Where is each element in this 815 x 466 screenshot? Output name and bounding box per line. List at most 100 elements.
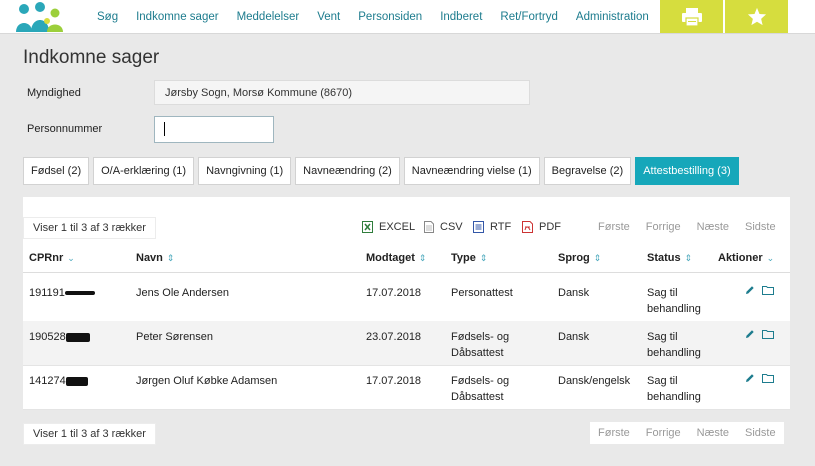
column-header-status-label: Status — [647, 252, 681, 264]
export-rtf-label: RTF — [490, 221, 512, 233]
nav-item-indkomne-sager[interactable]: Indkomne sager — [136, 11, 218, 23]
csv-icon — [424, 221, 434, 233]
type-line-1: Personattest — [451, 287, 513, 299]
status-line-2: behandling — [647, 303, 701, 315]
printer-icon — [681, 7, 702, 27]
type-line-2: Dåbsattest — [451, 391, 504, 403]
nav-item-sog[interactable]: Søg — [97, 11, 118, 23]
sprog-cell: Dansk — [558, 287, 590, 299]
status-line-1: Sag til — [647, 287, 678, 299]
column-header-aktioner[interactable]: Aktioner ⌄ — [718, 252, 774, 264]
export-rtf-button[interactable]: RTF — [473, 221, 511, 233]
edit-button[interactable] — [745, 329, 755, 342]
nav-item-meddelelser[interactable]: Meddelelser — [237, 11, 300, 23]
pencil-icon — [746, 330, 754, 338]
redaction-mark — [65, 332, 90, 342]
export-excel-button[interactable]: EXCEL — [362, 221, 415, 233]
folder-icon — [762, 286, 774, 295]
status-line-1: Sag til — [647, 331, 678, 343]
nav-item-vent[interactable]: Vent — [317, 11, 340, 23]
open-folder-button[interactable] — [762, 329, 774, 342]
open-folder-button[interactable] — [762, 285, 774, 298]
status-line-1: Sag til — [647, 375, 678, 387]
tab-navneaendring-vielse[interactable]: Navneændring vielse (1) — [403, 157, 540, 185]
main-nav: Søg Indkomne sager Meddelelser Vent Pers… — [88, 0, 658, 33]
favorite-button[interactable] — [725, 0, 788, 33]
chevron-down-icon: ⌄ — [67, 253, 75, 263]
nav-item-administration[interactable]: Administration — [576, 11, 649, 23]
pager-next-button[interactable]: Næste — [689, 427, 737, 439]
export-csv-label: CSV — [440, 221, 463, 233]
pagination-bottom: Første Forrige Næste Sidste — [590, 422, 784, 444]
cpr-cell: 141274 — [29, 373, 88, 389]
edit-button[interactable] — [745, 373, 755, 386]
tab-oa-erklaering[interactable]: O/A-erklæring (1) — [93, 157, 195, 185]
status-cell: Sag til behandling — [647, 329, 701, 361]
pager-last-button[interactable]: Sidste — [737, 427, 784, 439]
type-line-1: Fødsels- og — [451, 375, 510, 387]
myndighed-field: Jørsby Sogn, Morsø Kommune (8670) — [154, 80, 530, 105]
personnummer-label: Personnummer — [27, 123, 103, 135]
modtaget-cell: 17.07.2018 — [366, 375, 422, 387]
sort-icon: ⇕ — [418, 253, 427, 263]
pager-prev-button[interactable]: Forrige — [638, 427, 689, 439]
tab-navneaendring[interactable]: Navneændring (2) — [295, 157, 400, 185]
type-cell: Fødsels- og Dåbsattest — [451, 329, 509, 361]
type-cell: Fødsels- og Dåbsattest — [451, 373, 509, 405]
sort-icon: ⇕ — [166, 253, 175, 263]
row-count-top: Viser 1 til 3 af 3 rækker — [23, 217, 156, 239]
type-cell: Personattest — [451, 285, 513, 301]
tab-begravelse[interactable]: Begravelse (2) — [543, 157, 632, 185]
tab-navngivning[interactable]: Navngivning (1) — [198, 157, 292, 185]
cpr-value: 141274 — [29, 375, 66, 387]
pdf-icon — [522, 221, 533, 233]
export-excel-label: EXCEL — [379, 221, 416, 233]
pencil-icon — [746, 374, 754, 382]
column-header-type[interactable]: Type ⇕ — [451, 252, 487, 264]
personnummer-input[interactable] — [154, 116, 274, 143]
cpr-value: 191191 — [29, 287, 65, 299]
column-header-sprog[interactable]: Sprog ⇕ — [558, 252, 601, 264]
column-header-modtaget[interactable]: Modtaget ⇕ — [366, 252, 426, 264]
case-type-tabs: Fødsel (2) O/A-erklæring (1) Navngivning… — [23, 157, 743, 185]
table-row: 141274 Jørgen Oluf Købke Adamsen 17.07.2… — [23, 365, 790, 410]
column-header-navn[interactable]: Navn ⇕ — [136, 252, 174, 264]
export-pdf-button[interactable]: PDF — [522, 221, 561, 233]
folder-icon — [762, 374, 774, 383]
status-cell: Sag til behandling — [647, 285, 701, 317]
top-navbar: Søg Indkomne sager Meddelelser Vent Pers… — [0, 0, 815, 34]
tab-fodsel[interactable]: Fødsel (2) — [23, 157, 90, 185]
pager-prev-button[interactable]: Forrige — [638, 221, 689, 233]
pager-next-button[interactable]: Næste — [689, 221, 737, 233]
type-line-2: Dåbsattest — [451, 347, 504, 359]
page-title: Indkomne sager — [23, 47, 160, 68]
pager-first-button[interactable]: Første — [590, 221, 638, 233]
export-pdf-label: PDF — [539, 221, 561, 233]
modtaget-cell: 23.07.2018 — [366, 331, 422, 343]
row-actions — [745, 329, 774, 342]
tab-attestbestilling[interactable]: Attestbestilling (3) — [635, 157, 739, 185]
export-csv-button[interactable]: CSV — [424, 221, 463, 233]
table-row: 191191 Jens Ole Andersen 17.07.2018 Pers… — [23, 277, 790, 322]
open-folder-button[interactable] — [762, 373, 774, 386]
pager-first-button[interactable]: Første — [590, 427, 638, 439]
column-header-status[interactable]: Status ⇕ — [647, 252, 692, 264]
chevron-down-icon: ⌄ — [766, 253, 775, 263]
nav-item-ret-fortryd[interactable]: Ret/Fortryd — [500, 11, 558, 23]
row-actions — [745, 373, 774, 386]
star-icon — [747, 7, 766, 26]
pager-last-button[interactable]: Sidste — [737, 221, 784, 233]
excel-icon — [362, 221, 373, 233]
nav-item-personsiden[interactable]: Personsiden — [358, 11, 422, 23]
print-button[interactable] — [660, 0, 723, 33]
logo[interactable] — [14, 2, 66, 32]
column-header-navn-label: Navn — [136, 252, 163, 264]
edit-button[interactable] — [745, 285, 755, 298]
nav-item-indberet[interactable]: Indberet — [440, 11, 482, 23]
column-header-cpr[interactable]: CPRnr ⌄ — [29, 252, 75, 264]
cpr-cell: 191191 — [29, 285, 95, 301]
redaction-mark — [65, 376, 88, 386]
modtaget-cell: 17.07.2018 — [366, 287, 422, 299]
cpr-cell: 190528 — [29, 329, 90, 345]
sort-icon: ⇕ — [479, 253, 488, 263]
